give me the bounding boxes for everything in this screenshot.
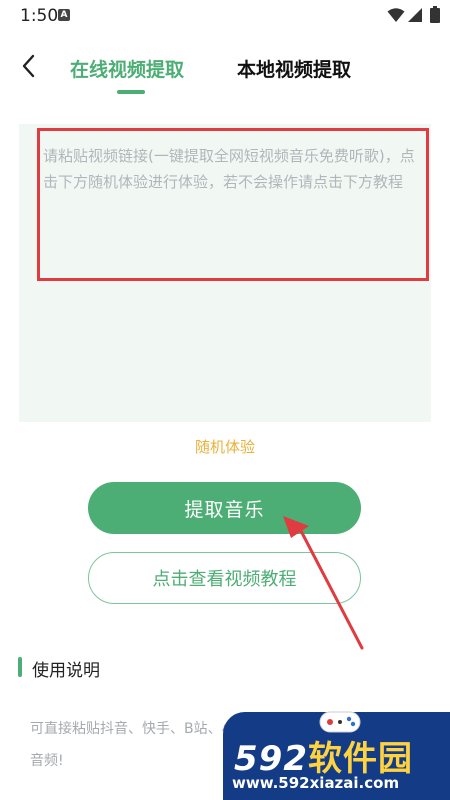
wifi-icon: [387, 8, 405, 22]
status-time: 1:50: [20, 6, 59, 26]
signal-icon: [408, 8, 422, 22]
battery-icon: [430, 6, 440, 23]
watermark-logo-text: 软件园: [307, 739, 413, 779]
annotation-highlight-box: [37, 128, 429, 281]
view-tutorial-button[interactable]: 点击查看视频教程: [88, 552, 361, 604]
extract-music-button[interactable]: 提取音乐: [88, 482, 361, 534]
status-bar: 1:50 A: [0, 0, 450, 34]
tab-local-video-extract[interactable]: 本地视频提取: [237, 55, 351, 82]
watermark-logo-number: 592: [234, 739, 308, 779]
tab-online-video-extract[interactable]: 在线视频提取: [70, 55, 184, 82]
section-marker: [18, 657, 22, 677]
watermark-url: www.592xiazai.com: [232, 774, 400, 792]
random-trial-link[interactable]: 随机体验: [0, 436, 450, 457]
back-arrow-icon[interactable]: [18, 52, 40, 80]
notification-a-icon: A: [58, 9, 70, 21]
watermark-logo: 592软件园: [234, 731, 413, 780]
instructions-title: 使用说明: [32, 661, 100, 681]
active-tab-indicator: [117, 90, 145, 94]
